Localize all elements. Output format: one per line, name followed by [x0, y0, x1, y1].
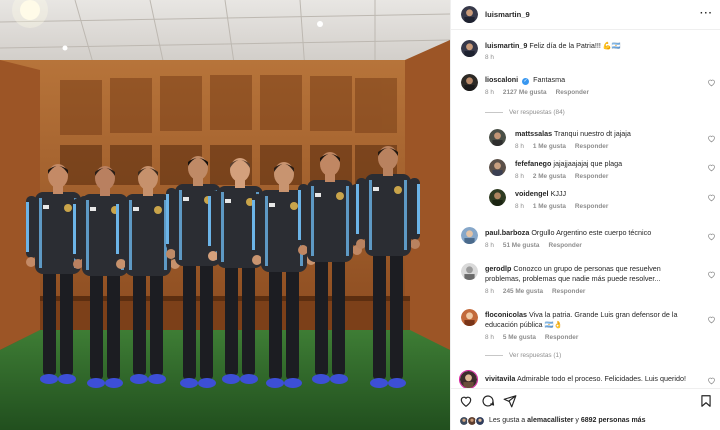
- comment-likes[interactable]: 1 Me gusta: [533, 203, 566, 210]
- comment-username[interactable]: voidengel: [515, 189, 549, 198]
- share-icon[interactable]: [503, 394, 517, 408]
- comment-meta: 8 h 5 Me gusta Responder: [485, 334, 587, 341]
- reply-button[interactable]: Responder: [552, 288, 585, 295]
- reply-button[interactable]: Responder: [545, 334, 578, 341]
- post-header: luismartin_9 ···: [451, 0, 720, 30]
- comment-time: 8 h: [485, 334, 494, 341]
- comment: mattssalas Tranqui nuestro dt jajaja: [515, 129, 631, 139]
- comment-avatar[interactable]: [489, 129, 506, 146]
- comment-text: Fantasma: [533, 75, 566, 84]
- comment-likes[interactable]: 2127 Me gusta: [503, 89, 547, 96]
- comment-likes[interactable]: 5 Me gusta: [503, 334, 536, 341]
- comment-likes[interactable]: 1 Me gusta: [533, 143, 566, 150]
- comment-avatar[interactable]: [461, 309, 478, 326]
- like-comment-icon[interactable]: [707, 163, 716, 172]
- comment-text-continued: problemas, problemas que nadie más puede…: [485, 274, 661, 283]
- likes-summary: Les gusta a alemacallister y 6892 person…: [489, 417, 645, 424]
- comment-icon[interactable]: [481, 394, 495, 408]
- comment-username[interactable]: gerodlp: [485, 264, 511, 273]
- like-comment-icon[interactable]: [707, 232, 716, 241]
- comment-username[interactable]: fefefanego: [515, 159, 551, 168]
- post-photo: [0, 0, 450, 430]
- comment: voidengel KJJJ: [515, 189, 566, 199]
- likes-mid: y: [575, 417, 579, 424]
- verified-badge-icon: ✓: [522, 78, 530, 85]
- like-comment-icon[interactable]: [707, 270, 716, 279]
- reply-button[interactable]: Responder: [556, 89, 589, 96]
- comment-time: 8 h: [485, 242, 494, 249]
- reply-button[interactable]: Responder: [575, 203, 608, 210]
- like-comment-icon[interactable]: [707, 134, 716, 143]
- comment-meta: 8 h 2127 Me gusta Responder: [485, 89, 598, 96]
- like-comment-icon[interactable]: [707, 315, 716, 324]
- author-avatar[interactable]: [461, 6, 478, 23]
- view-replies[interactable]: Ver respuestas (1): [485, 352, 561, 359]
- comment-username[interactable]: mattssalas: [515, 129, 552, 138]
- comment-text: Viva la patria. Grande Luis gran defenso…: [528, 310, 678, 319]
- comment-time: 8 h: [515, 143, 524, 150]
- reply-button[interactable]: Responder: [575, 143, 608, 150]
- comment-meta: 8 h 245 Me gusta Responder: [485, 288, 594, 295]
- comment-text: Tranqui nuestro dt jajaja: [554, 129, 631, 138]
- comment-meta: 8 h 51 Me gusta Responder: [485, 242, 591, 249]
- like-comment-icon[interactable]: [707, 376, 716, 385]
- comment-meta: 8 h 1 Me gusta Responder: [515, 203, 617, 210]
- team-photo-illustration: [0, 0, 450, 430]
- comment-time: 8 h: [485, 89, 494, 96]
- comment-username[interactable]: vivitavila: [485, 374, 515, 383]
- comment-meta: 8 h 1 Me gusta Responder: [515, 143, 617, 150]
- reply-button[interactable]: Responder: [548, 242, 581, 249]
- comment-text: Conozco un grupo de personas que resuelv…: [513, 264, 661, 273]
- liker-avatar: [475, 416, 485, 426]
- comment-time: 8 h: [485, 288, 494, 295]
- caption-username[interactable]: luismartin_9: [485, 41, 527, 50]
- comment-avatar[interactable]: [461, 263, 478, 280]
- post-actions-bar: Les gusta a alemacallister y 6892 person…: [451, 388, 720, 430]
- heart-icon[interactable]: [459, 394, 473, 408]
- comment: gerodlp Conozco un grupo de personas que…: [485, 264, 661, 274]
- comment-text-continued: educación pública 🇦🇷👌: [485, 320, 563, 329]
- likes-prefix: Les gusta a: [489, 417, 526, 424]
- like-comment-icon[interactable]: [707, 78, 716, 87]
- comments-panel: luismartin_9 ··· luismartin_9 Feliz día …: [450, 0, 720, 430]
- like-comment-icon[interactable]: [707, 193, 716, 202]
- comment-likes[interactable]: 245 Me gusta: [503, 288, 543, 295]
- comment-time: 8 h: [515, 173, 524, 180]
- view-replies-label[interactable]: Ver respuestas (1): [509, 352, 561, 359]
- caption-time: 8 h: [485, 54, 494, 61]
- reply-button[interactable]: Responder: [575, 173, 608, 180]
- comment-likes[interactable]: 51 Me gusta: [503, 242, 540, 249]
- comment-text: jajajjaajajaj que plaga: [553, 159, 623, 168]
- comment-text: KJJJ: [550, 189, 567, 198]
- view-replies-label[interactable]: Ver respuestas (84): [509, 109, 565, 116]
- likes-user[interactable]: alemacallister: [527, 417, 573, 424]
- comment-username[interactable]: lioscaloni: [485, 75, 518, 84]
- comment-avatar[interactable]: [461, 227, 478, 244]
- comment-meta: 8 h 2 Me gusta Responder: [515, 173, 617, 180]
- likes-count[interactable]: 6892 personas más: [581, 417, 646, 424]
- more-options-icon[interactable]: ···: [700, 8, 713, 19]
- bookmark-icon[interactable]: [699, 394, 713, 408]
- comment-text: Orgullo Argentino este cuerpo técnico: [531, 228, 652, 237]
- comment-text: Admirable todo el proceso. Felicidades. …: [516, 374, 686, 383]
- comment: vivitavila Admirable todo el proceso. Fe…: [485, 374, 686, 384]
- comment: paul.barboza Orgullo Argentino este cuer…: [485, 228, 651, 238]
- comment-username[interactable]: paul.barboza: [485, 228, 529, 237]
- author-username[interactable]: luismartin_9: [485, 10, 530, 20]
- comment: fefefanego jajajjaajajaj que plaga: [515, 159, 622, 169]
- comment-avatar[interactable]: [489, 189, 506, 206]
- caption-avatar[interactable]: [461, 40, 478, 57]
- comment: lioscaloni ✓ Fantasma: [485, 75, 565, 85]
- comment-avatar[interactable]: [461, 74, 478, 91]
- comment-avatar[interactable]: [489, 159, 506, 176]
- caption-text: Feliz día de la Patria!!! 💪🇦🇷: [529, 41, 621, 50]
- comment: floconicolas Viva la patria. Grande Luis…: [485, 310, 677, 320]
- view-replies[interactable]: Ver respuestas (84): [485, 109, 565, 116]
- caption: luismartin_9 Feliz día de la Patria!!! 💪…: [485, 41, 621, 51]
- comment-time: 8 h: [515, 203, 524, 210]
- story-ring-avatar[interactable]: [459, 370, 478, 389]
- comment-username[interactable]: floconicolas: [485, 310, 527, 319]
- comment-likes[interactable]: 2 Me gusta: [533, 173, 566, 180]
